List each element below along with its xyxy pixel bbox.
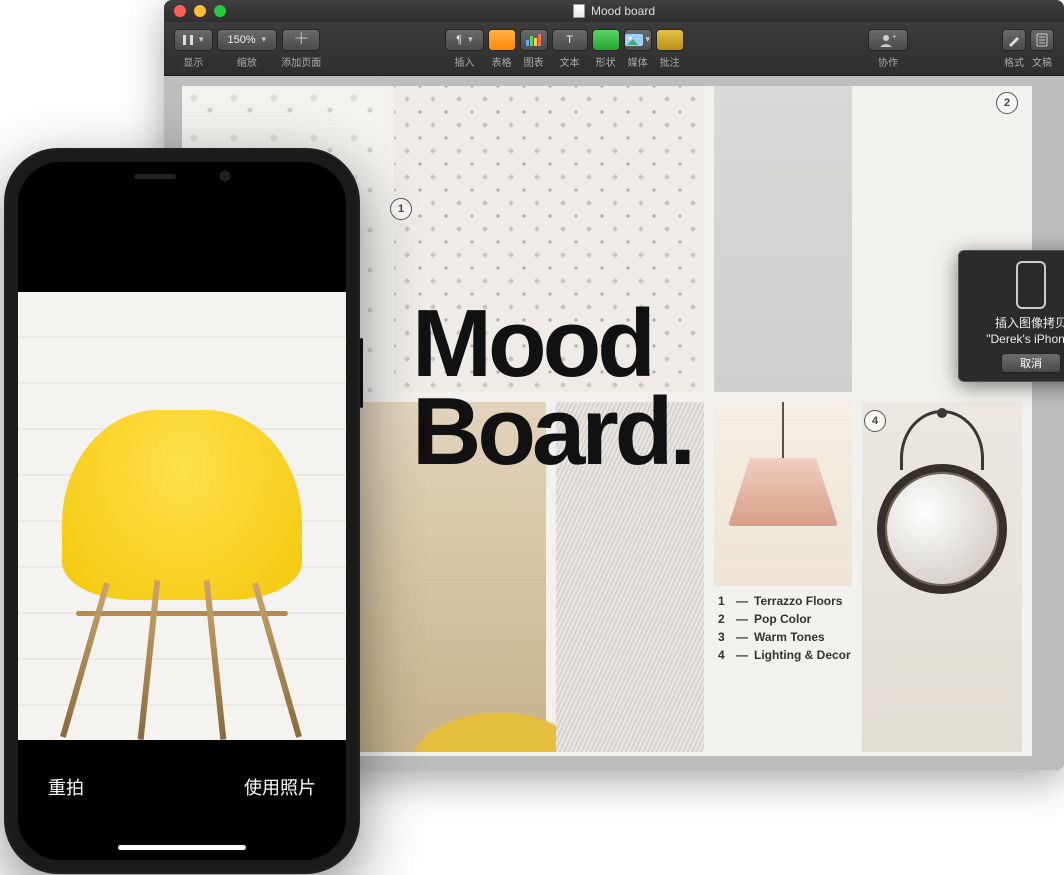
mirror-strap [900,410,984,470]
document-icon [573,4,585,18]
use-photo-button[interactable]: 使用照片 [244,774,316,800]
document-button[interactable] [1030,29,1054,51]
zoom-button[interactable]: 150%▾ [217,29,278,51]
person-add-icon: + [879,33,897,47]
insert-button[interactable]: ¶▾ [445,29,483,51]
format-label: 格式 [1004,54,1024,69]
image-icon [625,34,643,46]
shape-button[interactable] [592,29,620,51]
table-button[interactable] [488,29,516,51]
home-indicator[interactable] [118,845,246,850]
zoom-label: 缩放 [237,54,257,69]
phone-icon [1016,261,1046,309]
text-button[interactable]: T [552,29,588,51]
view-button[interactable]: ▾ [174,29,213,51]
window-title: Mood board [591,4,655,18]
table-label: 表格 [492,54,512,69]
speaker-icon [134,174,176,179]
legend-row: 4—Lighting & Decor [718,648,851,662]
notch [97,162,267,190]
brush-icon [1007,33,1021,47]
collab-label: 协作 [878,54,898,69]
badge-4: 4 [864,410,886,432]
badge-1: 1 [390,198,412,220]
mirror-icon [877,464,1007,594]
shape-label: 形状 [596,54,616,69]
media-label: 媒体 [628,54,648,69]
callout-text-l1: 插入图像拷贝 [967,315,1064,331]
insert-label: 插入 [454,54,474,69]
continuity-camera-callout: 插入图像拷贝 "Derek's iPhone" 取消 [958,250,1064,382]
collab-button[interactable]: + [868,29,908,51]
legend-row: 3—Warm Tones [718,630,851,644]
media-button[interactable]: ▾ [624,29,652,51]
chart-label: 图表 [524,54,544,69]
legend: 1—Terrazzo Floors 2—Pop Color 3—Warm Ton… [718,594,851,666]
view-label: 显示 [183,54,203,69]
callout-text-l2: "Derek's iPhone" [967,331,1064,347]
retake-button[interactable]: 重拍 [48,774,84,800]
titlebar: Mood board [164,0,1064,22]
format-button[interactable] [1002,29,1026,51]
document-label: 文稿 [1032,54,1052,69]
camera-preview [18,292,346,740]
tile-lamp [714,402,852,586]
svg-text:+: + [892,33,897,41]
yellow-chair-graphic [42,360,322,740]
chart-button[interactable] [520,29,548,51]
cancel-button[interactable]: 取消 [1001,353,1061,373]
tile-concrete [714,86,852,392]
legend-row: 1—Terrazzo Floors [718,594,851,608]
page-title: Mood Board. [412,300,692,477]
add-page-label: 添加页面 [281,54,321,69]
text-label: 文本 [560,54,580,69]
toolbar: ▾ 显示 150%▾ 缩放 ＋ 添加页面 ¶▾ 插入 [164,22,1064,76]
annotate-button[interactable] [656,29,684,51]
iphone-screen: 重拍 使用照片 [18,162,346,860]
add-page-button[interactable]: ＋ [282,29,320,51]
pendant-lamp-icon [728,402,838,526]
iphone-device: 重拍 使用照片 [4,148,360,874]
annotate-label: 批注 [660,54,680,69]
camera-bottom-bar: 重拍 使用照片 [18,740,346,860]
badge-2: 2 [996,92,1018,114]
front-camera-icon [220,171,230,181]
tile-mirror [862,402,1022,752]
legend-row: 2—Pop Color [718,612,851,626]
page-icon [1036,33,1048,47]
